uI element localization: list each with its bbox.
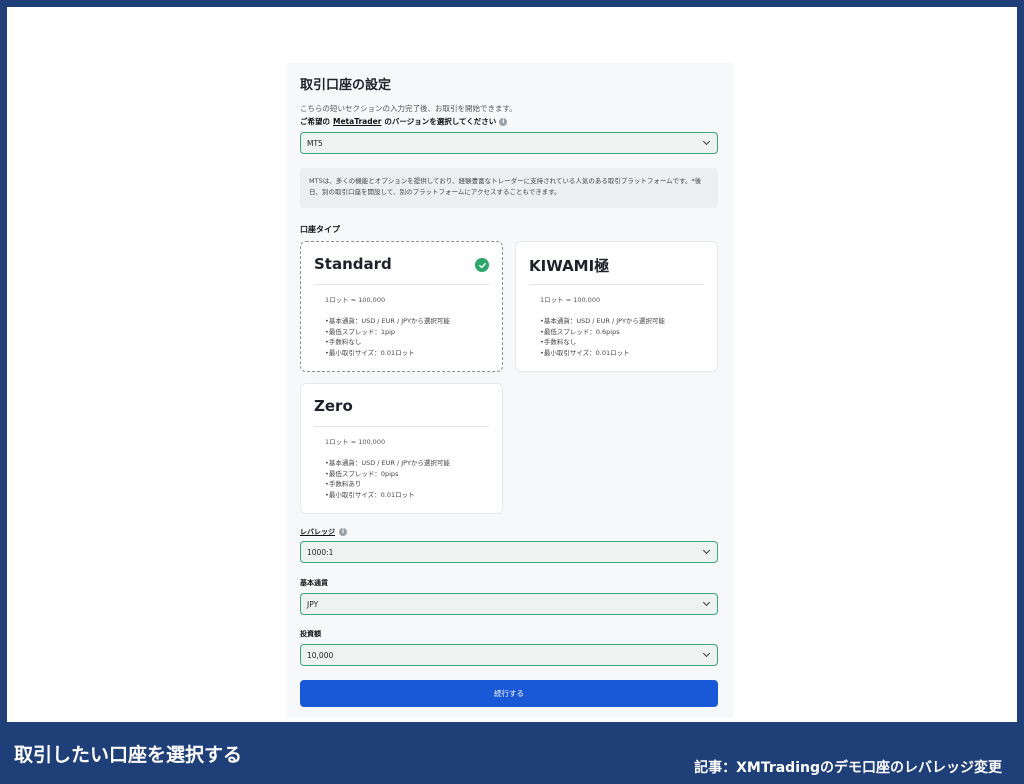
- check-circle-icon: [475, 258, 489, 272]
- caption-right: 記事：XMTradingのデモ口座のレバレッジ変更: [694, 760, 1002, 776]
- card-feature: •手数料なし: [540, 338, 577, 346]
- card-divider: [314, 426, 489, 427]
- card-feature: •基本通貨：USD / EUR / JPYから選択可能: [325, 317, 450, 325]
- prompt-suffix: のバージョンを選択してください: [384, 117, 497, 126]
- leverage-label-row: レバレッジ i: [300, 527, 347, 537]
- prompt-prefix: ご希望の: [300, 117, 330, 126]
- card-title: Standard: [314, 255, 392, 273]
- leverage-label[interactable]: レバレッジ: [300, 527, 335, 537]
- card-title: KIWAMI極: [529, 257, 610, 275]
- card-lot-size: 1ロット = 100,000: [325, 438, 386, 446]
- platform-note: MT5は、多くの機能とオプションを提供しており、経験豊富なトレーダーに支持されて…: [300, 168, 718, 208]
- platform-select[interactable]: MT5: [300, 132, 718, 154]
- leverage-select[interactable]: 1000:1: [300, 541, 718, 563]
- currency-select-value: JPY: [307, 599, 319, 609]
- platform-select-value: MT5: [307, 138, 323, 148]
- account-type-label: 口座タイプ: [300, 225, 340, 234]
- card-feature: •最低スプレッド：0pips: [325, 469, 399, 478]
- card-lot-size: 1ロット = 100,000: [540, 296, 601, 304]
- card-feature: •手数料なし: [325, 338, 362, 346]
- chevron-down-icon: [702, 546, 711, 555]
- card-feature-list: •基本通貨：USD / EUR / JPYから選択可能 •最低スプレッド：0.6…: [540, 316, 665, 358]
- card-feature: •基本通貨：USD / EUR / JPYから選択可能: [325, 459, 450, 467]
- card-divider: [529, 284, 704, 285]
- info-icon[interactable]: i: [499, 117, 508, 126]
- investment-label: 投資額: [300, 630, 321, 638]
- investment-select-value: 10,000: [307, 650, 334, 660]
- card-title: Zero: [314, 397, 353, 415]
- form-subtitle: こちらの短いセクションの入力完了後、お取引を開始できます。: [300, 104, 517, 113]
- continue-button[interactable]: 続行する: [300, 680, 718, 707]
- card-feature-list: •基本通貨：USD / EUR / JPYから選択可能 •最低スプレッド：1pi…: [325, 316, 450, 358]
- chevron-down-icon: [702, 598, 711, 607]
- card-feature: •最低スプレッド：0.6pips: [540, 327, 620, 336]
- leverage-select-value: 1000:1: [307, 547, 334, 557]
- currency-label: 基本通貨: [300, 579, 328, 587]
- card-feature-list: •基本通貨：USD / EUR / JPYから選択可能 •最低スプレッド：0pi…: [325, 458, 450, 500]
- account-card-standard[interactable]: Standard 1ロット = 100,000 •基本通貨：USD / EUR …: [300, 241, 503, 372]
- card-feature: •最低スプレッド：1pip: [325, 327, 396, 336]
- card-lot-size: 1ロット = 100,000: [325, 296, 386, 304]
- account-card-zero[interactable]: Zero 1ロット = 100,000 •基本通貨：USD / EUR / JP…: [300, 383, 503, 514]
- card-divider: [314, 284, 489, 285]
- card-feature: •手数料あり: [325, 480, 362, 488]
- investment-select[interactable]: 10,000: [300, 644, 718, 666]
- card-feature: •最小取引サイズ：0.01ロット: [325, 490, 415, 499]
- card-feature: •最小取引サイズ：0.01ロット: [325, 348, 415, 357]
- info-icon[interactable]: i: [339, 528, 347, 536]
- card-feature: •基本通貨：USD / EUR / JPYから選択可能: [540, 317, 665, 325]
- chevron-down-icon: [702, 137, 711, 146]
- chevron-down-icon: [702, 649, 711, 658]
- caption-left: 取引したい口座を選択する: [14, 744, 243, 766]
- page-title: 取引口座の設定: [300, 78, 392, 93]
- metatrader-link[interactable]: MetaTrader: [333, 117, 381, 126]
- currency-select[interactable]: JPY: [300, 593, 718, 615]
- card-feature: •最小取引サイズ：0.01ロット: [540, 348, 630, 357]
- platform-prompt: ご希望の MetaTrader のバージョンを選択してください i: [300, 116, 508, 127]
- account-card-kiwami[interactable]: KIWAMI極 1ロット = 100,000 •基本通貨：USD / EUR /…: [515, 241, 718, 372]
